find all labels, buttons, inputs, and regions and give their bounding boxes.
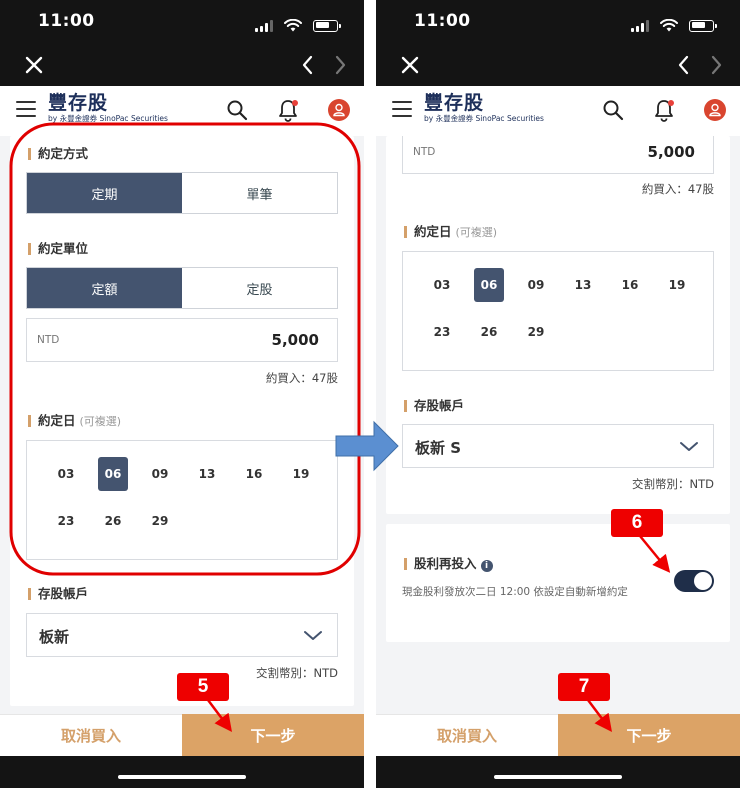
step-badge-6: 6 — [611, 509, 663, 537]
arrow-step7 — [587, 699, 612, 732]
arrow-step5 — [207, 699, 232, 732]
arrow-step6 — [639, 535, 671, 573]
transition-arrow — [335, 420, 399, 472]
annotation-overlay — [9, 122, 671, 732]
step-badge-7: 7 — [558, 673, 610, 701]
step-badge-5: 5 — [177, 673, 229, 701]
highlight-outline — [9, 122, 361, 576]
